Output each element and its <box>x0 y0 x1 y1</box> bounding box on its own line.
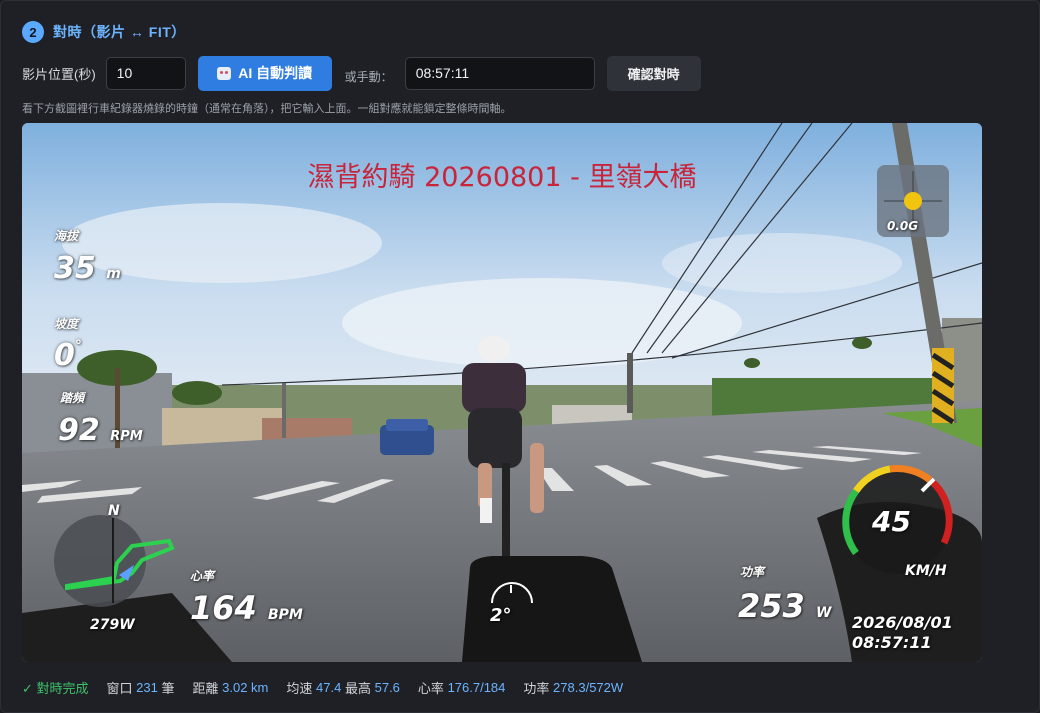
altitude-number: 35 <box>54 251 96 286</box>
power-value: 253 W <box>738 587 831 625</box>
distance-value: 3.02 km <box>222 679 269 695</box>
hr-value: 164 BPM <box>190 589 303 627</box>
sync-panel: 2 對時（影片 ↔ FIT） 影片位置(秒) 10 AI 自動判讀 或手動： 0… <box>0 0 1040 713</box>
gforce-readout: 0.0G <box>887 219 919 233</box>
step-number-badge: 2 <box>22 21 44 43</box>
hr-stat-value: 176.7/184 <box>447 679 506 695</box>
max-speed-value: 57.6 <box>374 679 400 695</box>
grade-number: 0 <box>54 338 75 373</box>
hr-stat-label: 心率 <box>417 680 444 696</box>
video-position-input[interactable]: 10 <box>105 56 186 90</box>
altitude-unit: m <box>106 266 121 282</box>
tilt-readout: 2° <box>490 605 512 626</box>
avg-speed-label: 均速 <box>286 680 313 696</box>
hr-number: 164 <box>190 589 257 627</box>
cadence-number: 92 <box>58 413 100 448</box>
video-position-label: 影片位置(秒) <box>22 66 96 82</box>
cadence-label: 踏頻 <box>60 391 85 405</box>
hint-text: 看下方截圖裡行車紀錄器燒錄的時鐘（通常在角落），把它輸入上面。一組對應就能鎖定整… <box>22 103 512 115</box>
window-value: 231 <box>136 679 158 695</box>
altitude-label: 海拔 <box>54 229 79 243</box>
ai-auto-read-button[interactable]: AI 自動判讀 <box>197 55 332 91</box>
compass-north: N <box>108 503 120 519</box>
cadence-value: 92 RPM <box>58 413 143 448</box>
video-frame[interactable]: 濕背約騎 20260801 - 里嶺大橋 0.0G 海拔 35 m 坡度 0° … <box>22 123 982 662</box>
speed-value: 45 <box>872 505 911 538</box>
burned-time: 08:57:11 <box>852 633 932 652</box>
speed-unit: KM/H <box>905 563 947 579</box>
confirm-sync-button[interactable]: 確認對時 <box>606 55 701 91</box>
video-title-overlay: 濕背約騎 20260801 - 里嶺大橋 <box>307 162 697 193</box>
ai-auto-read-label: AI 自動判讀 <box>238 65 313 81</box>
power-stat-label: 功率 <box>523 680 550 696</box>
power-unit: W <box>815 605 832 621</box>
grade-label: 坡度 <box>54 317 79 331</box>
or-manual-label: 或手動： <box>344 69 393 84</box>
avg-speed-value: 47.4 <box>316 679 342 695</box>
window-unit: 筆 <box>161 680 175 696</box>
hr-unit: BPM <box>267 607 303 623</box>
distance-label: 距離 <box>192 680 219 696</box>
sync-status-bar: ✓ 對時完成 窗口 231 筆 距離 3.02 km 均速 47.4 最高 57… <box>22 678 623 696</box>
max-speed-label: 最高 <box>344 680 371 696</box>
cadence-unit: RPM <box>110 429 143 444</box>
step-header: 2 對時（影片 ↔ FIT） <box>22 20 186 44</box>
step-title: 對時（影片 ↔ FIT） <box>53 24 186 40</box>
burned-date: 2026/08/01 <box>852 613 953 632</box>
manual-time-input[interactable]: 08:57:11 <box>404 56 595 90</box>
hr-label: 心率 <box>190 569 215 583</box>
robot-icon <box>217 66 232 80</box>
power-label: 功率 <box>740 565 765 579</box>
power-number: 253 <box>738 587 805 625</box>
sync-controls: 影片位置(秒) 10 AI 自動判讀 或手動： 08:57:11 確認對時 <box>22 55 701 91</box>
sync-done-status: ✓ 對時完成 <box>22 680 89 696</box>
window-label: 窗口 <box>106 680 133 696</box>
power-small-readout: 279W <box>90 617 135 633</box>
video-scene <box>22 123 982 662</box>
altitude-value: 35 m <box>54 251 121 286</box>
grade-unit: ° <box>74 338 82 354</box>
grade-value: 0° <box>54 338 82 373</box>
power-stat-value: 278.3/572W <box>553 679 624 695</box>
